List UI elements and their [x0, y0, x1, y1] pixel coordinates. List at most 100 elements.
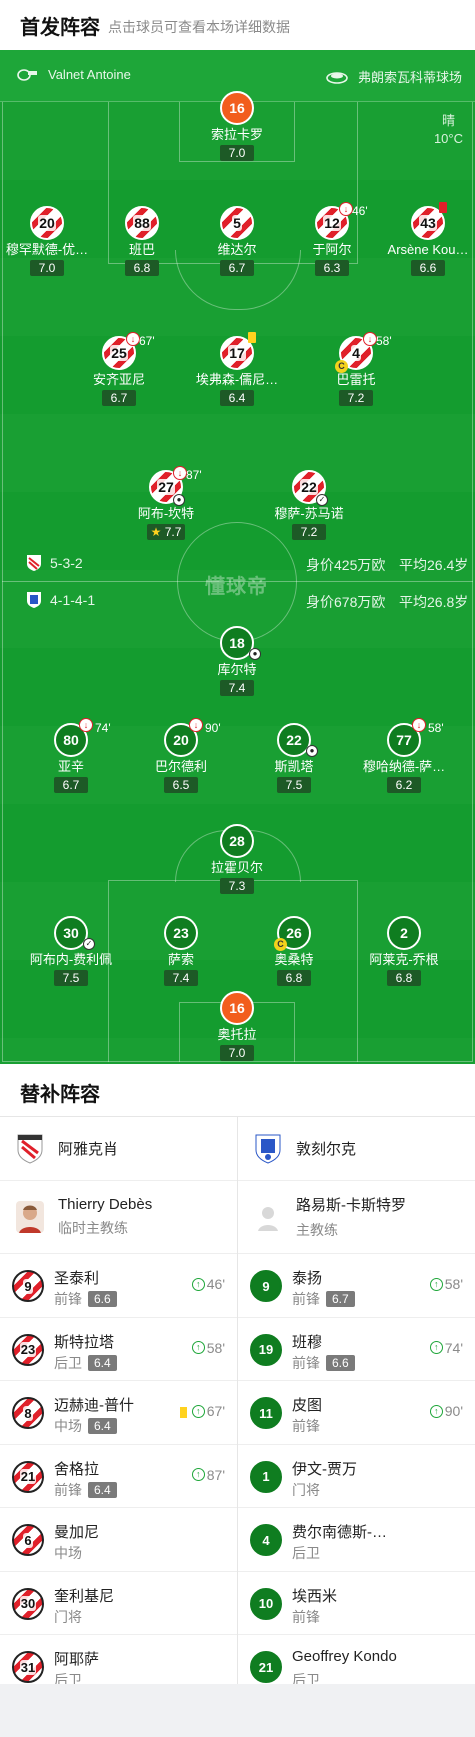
player-rating: 7.3 [220, 878, 254, 894]
player-card[interactable]: 22 ✓ 穆萨-苏马诺 7.2 [259, 470, 359, 541]
player-rating: 6.7 [326, 1291, 355, 1307]
player-card[interactable]: 88 班巴 6.8 [92, 206, 192, 277]
player-card[interactable]: 18 ● 库尔特 7.4 [187, 626, 287, 697]
player-name: 曼加尼 [54, 1524, 100, 1541]
assist-icon: ✓ [316, 494, 328, 506]
sub-player-row[interactable]: 11 皮图 前锋 ↑ 90' [238, 1381, 475, 1445]
player-card[interactable]: 23 萨索 7.4 [131, 916, 231, 987]
player-rating: 6.6 [88, 1291, 117, 1307]
player-number: 6 [12, 1524, 44, 1556]
player-card[interactable]: 17 埃弗森-儒尼… 6.4 [187, 332, 287, 407]
player-name: 班巴 [128, 242, 155, 257]
player-card[interactable]: 27 ↓ ● 87' 阿布-坎特 ★ 7.7 [116, 466, 216, 541]
player-rating: 6.8 [277, 970, 311, 986]
sub-player-row[interactable]: 1 伊文-贾万 门将 [238, 1445, 475, 1508]
player-rating: 6.3 [315, 260, 349, 276]
player-number: 23 [12, 1333, 44, 1366]
away-team-name: 敦刻尔克 [296, 1141, 357, 1158]
player-number: 43 [411, 202, 447, 240]
player-rating: 6.8 [125, 260, 159, 276]
away-avg-age: 平均26.8岁 [399, 594, 469, 610]
player-name: 阿莱克-乔根 [369, 952, 439, 967]
player-name: 奥托拉 [217, 1027, 257, 1042]
sub-player-row[interactable]: 8 迈赫迪-普什 中场 6.4 ↑ 67' [0, 1381, 237, 1445]
player-name: 阿布-坎特 [137, 506, 195, 521]
player-rating: 7.5 [54, 970, 88, 986]
sub-player-row[interactable]: 9 泰扬 前锋 6.7 ↑ 58' [238, 1254, 475, 1318]
sub-player-row[interactable]: 10 埃西米 前锋 [238, 1572, 475, 1635]
referee: Valnet Antoine [16, 67, 131, 82]
player-number: 16 [220, 91, 254, 125]
home-team-name: 阿雅克肖 [58, 1141, 119, 1158]
away-coach[interactable]: 路易斯-卡斯特罗 主教练 [238, 1181, 475, 1254]
player-position: 前锋 [292, 1608, 320, 1625]
player-card[interactable]: 28 拉霍贝尔 7.3 [187, 824, 287, 895]
player-number: 23 [164, 916, 198, 950]
player-card[interactable]: 20 穆罕默德-优… 7.0 [0, 206, 97, 277]
player-card[interactable]: 25 ↓ 67' 安齐亚尼 6.7 [69, 332, 169, 407]
sub-out-icon: ↓ [79, 718, 93, 732]
coach-name: 路易斯-卡斯特罗 [296, 1197, 406, 1214]
player-card[interactable]: 16 奥托拉 7.0 [187, 991, 287, 1062]
stadium-icon [326, 71, 348, 84]
sub-player-row[interactable]: 30 奎利基尼 门将 [0, 1572, 237, 1635]
player-card[interactable]: 12 ↓ 46' 于阿尔 6.3 [282, 202, 382, 277]
sub-out-time: 74' [95, 721, 111, 735]
home-formation: 5-3-2 [50, 555, 83, 571]
coach-role: 临时主教练 [58, 1220, 128, 1236]
sub-out-time: 67' [139, 334, 155, 348]
player-name: 斯凯塔 [274, 759, 314, 774]
player-rating: 7.0 [30, 260, 64, 276]
player-name: 于阿尔 [312, 242, 352, 257]
player-name: Arsène Kou… [387, 242, 469, 257]
sub-player-row[interactable]: 6 曼加尼 中场 [0, 1508, 237, 1572]
player-name: 斯特拉塔 [54, 1333, 115, 1351]
page-footer [0, 1684, 475, 1737]
player-number: 88 [125, 206, 159, 240]
sub-out-time: 58' [428, 721, 444, 735]
pitch: Valnet Antoine 弗朗索瓦科蒂球场 晴 10°C 懂球帝 5-3-2… [0, 50, 475, 1064]
player-card[interactable]: 30 ✓ 阿布内-费利佩 7.5 [21, 916, 121, 987]
sub-player-row[interactable]: 23 斯特拉塔 后卫 6.4 ↑ 58' [0, 1318, 237, 1381]
sub-in-icon: ↑ [191, 1404, 205, 1418]
player-card[interactable]: 16 索拉卡罗 7.0 [187, 91, 287, 162]
sub-out-time: 46' [352, 204, 368, 218]
goal-icon: ● [173, 494, 185, 506]
player-name: 阿耶萨 [54, 1651, 100, 1668]
player-name: 皮图 [292, 1397, 323, 1414]
player-card[interactable]: 80 ↓ 74' 亚辛 6.7 [21, 718, 121, 794]
player-card[interactable]: 4 ↓ C 58' 巴雷托 7.2 [306, 332, 406, 407]
player-rating: 6.4 [88, 1354, 117, 1371]
away-subs-column: 敦刻尔克 路易斯-卡斯特罗 主教练 9 泰扬 前锋 6.7 ↑ 58' 19 班穆 … [238, 1117, 475, 1699]
sub-in: ↑ 67' [191, 1403, 225, 1419]
sub-player-row[interactable]: 9 圣泰利 前锋 6.6 ↑ 46' [0, 1254, 237, 1318]
player-position: 前锋 6.4 [54, 1480, 117, 1500]
player-number: 28 [220, 824, 254, 858]
sub-player-row[interactable]: 19 班穆 前锋 6.6 ↑ 74' [238, 1318, 475, 1381]
player-card[interactable]: 22 ● 斯凯塔 7.5 [244, 723, 344, 794]
player-name: 库尔特 [217, 662, 257, 677]
player-rating: 6.7 [102, 390, 136, 406]
home-coach[interactable]: Thierry Debès 临时主教练 [0, 1181, 237, 1254]
player-card[interactable]: 77 ↓ 58' 穆哈纳德-萨… 6.2 [354, 718, 454, 794]
away-team-header[interactable]: 敦刻尔克 [238, 1117, 475, 1181]
player-name: 圣泰利 [54, 1270, 100, 1287]
home-team-summary: 5-3-2 身价425万欧 平均26.4岁 [0, 553, 475, 575]
sub-player-row[interactable]: 21 舍格拉 前锋 6.4 ↑ 87' [0, 1445, 237, 1508]
player-card[interactable]: 2 阿莱克-乔根 6.8 [354, 916, 454, 987]
player-number: 9 [250, 1270, 282, 1302]
player-number: 11 [250, 1397, 282, 1429]
player-card[interactable]: 5 维达尔 6.7 [187, 206, 287, 277]
away-team-logo-icon [255, 1134, 281, 1164]
player-card[interactable]: 26 C 奥桑特 6.8 [244, 916, 344, 987]
sub-player-row[interactable]: 4 费尔南德斯-… 后卫 [238, 1508, 475, 1572]
sub-in-icon: ↑ [191, 1341, 205, 1354]
home-team-header[interactable]: 阿雅克肖 [0, 1117, 237, 1181]
player-card[interactable]: 43 Arsène Kou… 6.6 [378, 202, 475, 277]
player-number: 16 [220, 991, 254, 1025]
player-number: 10 [250, 1587, 282, 1620]
player-card[interactable]: 20 ↓ 90' 巴尔德利 6.5 [131, 718, 231, 794]
player-name: 亚辛 [57, 759, 84, 774]
player-name: 费尔南德斯-… [292, 1524, 387, 1541]
player-name: 维达尔 [217, 242, 257, 257]
